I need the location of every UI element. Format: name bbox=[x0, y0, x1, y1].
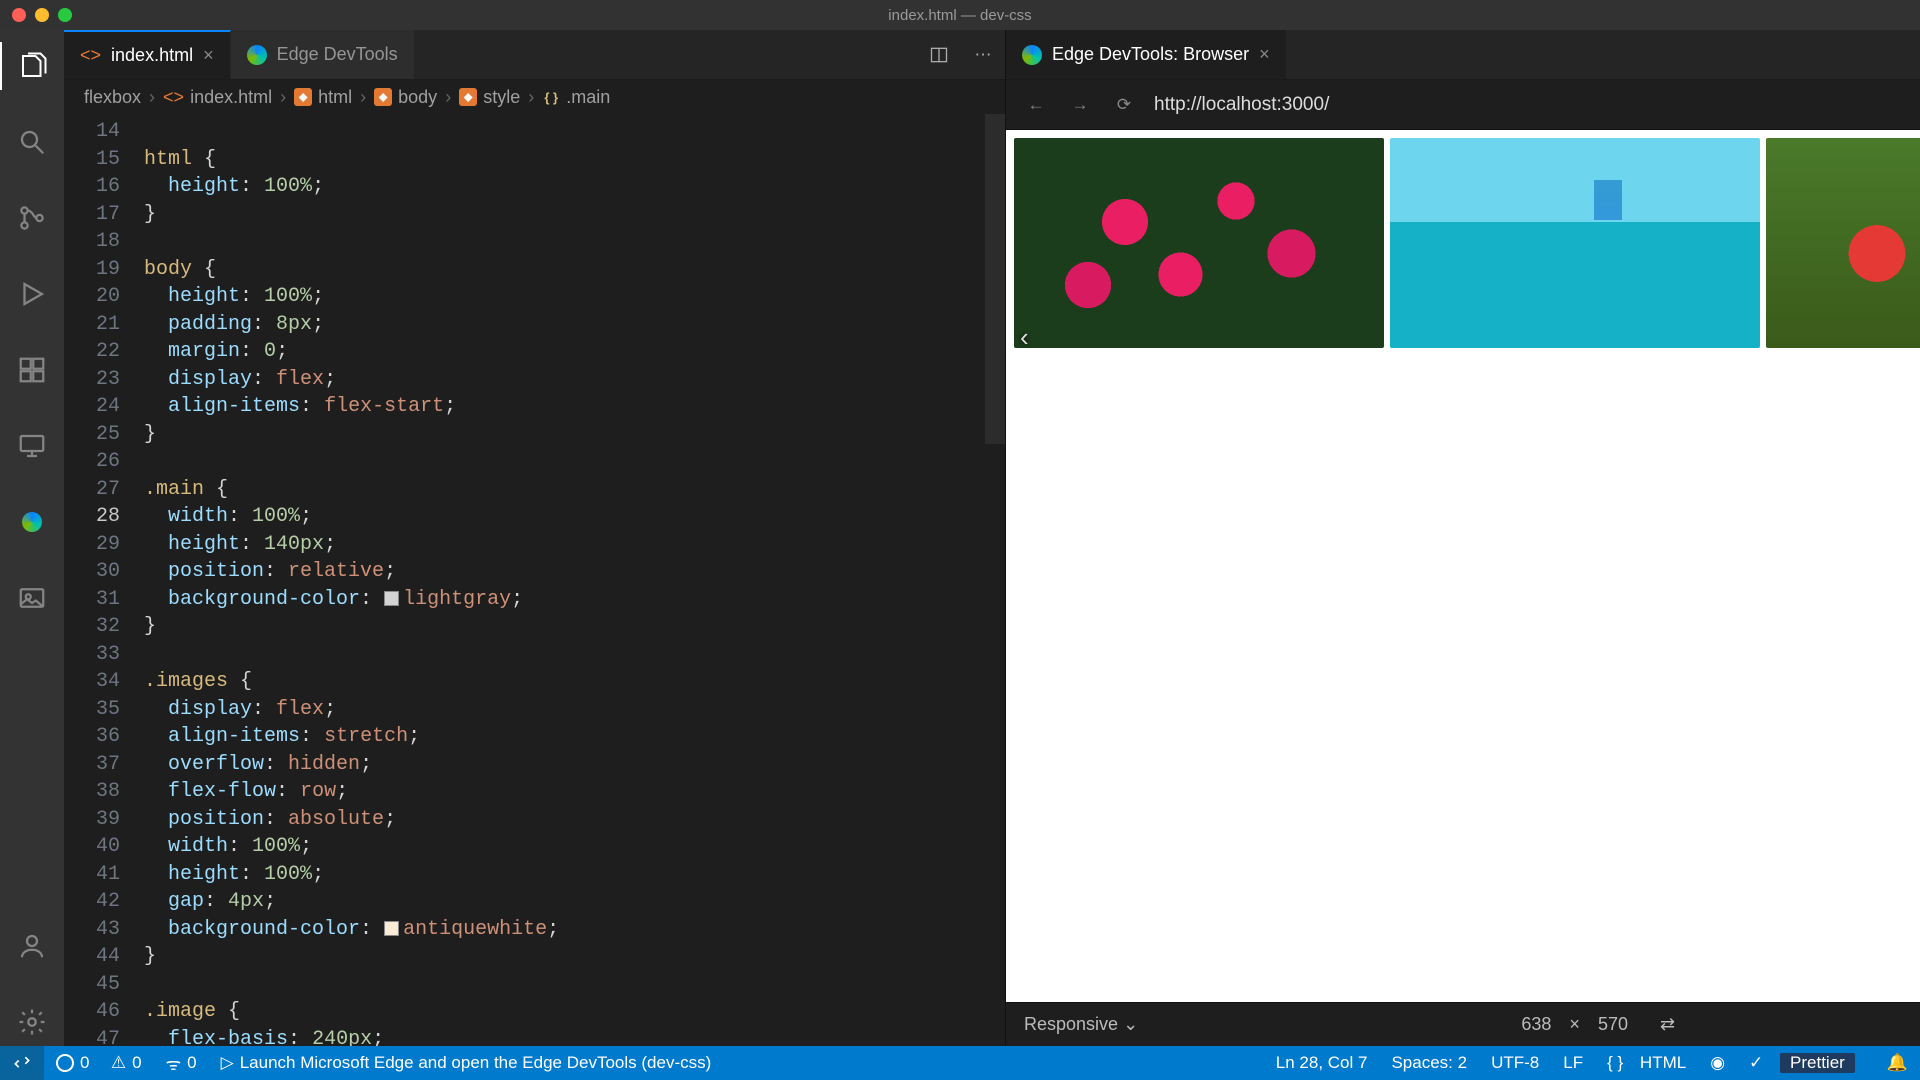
tag-icon: ⬥ bbox=[459, 88, 477, 106]
source-control-icon[interactable] bbox=[0, 194, 64, 242]
html-file-icon: <> bbox=[80, 45, 101, 66]
carousel-image-3 bbox=[1766, 138, 1920, 348]
editor-group-left: <> index.html × Edge DevTools ⋯ flexbox›… bbox=[64, 30, 1006, 1046]
remote-explorer-icon[interactable] bbox=[0, 422, 64, 470]
close-window-icon[interactable] bbox=[12, 8, 26, 22]
rotate-icon[interactable]: ⇄ bbox=[1660, 1014, 1675, 1035]
dimension-x-icon: × bbox=[1569, 1014, 1580, 1035]
problems-errors[interactable]: 0 ⚠0 bbox=[44, 1053, 154, 1073]
language-mode[interactable]: { } HTML bbox=[1595, 1053, 1698, 1073]
explorer-icon[interactable] bbox=[0, 42, 64, 90]
traffic-lights bbox=[0, 8, 72, 22]
crumb-file: <>index.html bbox=[163, 87, 272, 108]
edge-icon bbox=[247, 45, 267, 65]
url-bar[interactable]: http://localhost:3000/ bbox=[1154, 94, 1920, 116]
warning-count-icon: ⚠ bbox=[111, 1053, 126, 1073]
tab-label: Edge DevTools bbox=[277, 44, 398, 65]
check-icon: ✓ bbox=[1749, 1053, 1763, 1073]
device-mode[interactable]: Responsive ⌄ bbox=[1024, 1014, 1138, 1035]
zoom-window-icon[interactable] bbox=[58, 8, 72, 22]
tab-index-html[interactable]: <> index.html × bbox=[64, 30, 231, 79]
minimap[interactable] bbox=[985, 114, 1005, 444]
chevron-down-icon: ⌄ bbox=[1123, 1014, 1138, 1034]
settings-gear-icon[interactable] bbox=[0, 998, 64, 1046]
tab-label: index.html bbox=[111, 45, 193, 66]
edge-icon bbox=[1022, 45, 1042, 65]
crumb-style: ⬥style bbox=[459, 87, 520, 108]
notifications-icon[interactable]: 🔔 bbox=[1875, 1053, 1920, 1073]
crumb-html: ⬥html bbox=[294, 87, 352, 108]
tab-label: Edge DevTools: Browser bbox=[1052, 44, 1249, 65]
eol[interactable]: LF bbox=[1551, 1053, 1595, 1073]
nav-forward-icon[interactable]: → bbox=[1066, 95, 1094, 115]
error-count-icon bbox=[56, 1054, 74, 1072]
image-tool-icon[interactable] bbox=[0, 574, 64, 622]
crumb-folder: flexbox bbox=[84, 87, 141, 108]
cursor-position[interactable]: Ln 28, Col 7 bbox=[1264, 1053, 1380, 1073]
tag-icon: ⬥ bbox=[374, 88, 392, 106]
minimize-window-icon[interactable] bbox=[35, 8, 49, 22]
code-content[interactable]: html { height: 100%; } body { height: 10… bbox=[144, 114, 1005, 1046]
editor-group-right: Edge DevTools: Browser × ⋯ ← → ⟳ http://… bbox=[1006, 30, 1920, 1046]
crumb-body: ⬥body bbox=[374, 87, 437, 108]
split-editor-icon[interactable] bbox=[917, 30, 961, 79]
browser-nav: ← → ⟳ http://localhost:3000/ bbox=[1006, 80, 1920, 130]
prettier-status[interactable]: ✓ Prettier bbox=[1737, 1053, 1875, 1073]
ports-forwarded[interactable]: ᯤ0 bbox=[154, 1052, 209, 1075]
close-tab-icon[interactable]: × bbox=[203, 45, 214, 66]
code-editor[interactable]: 1415161718192021222324252627282930313233… bbox=[64, 114, 1005, 1046]
nav-back-icon[interactable]: ← bbox=[1022, 95, 1050, 115]
extensions-icon[interactable] bbox=[0, 346, 64, 394]
remote-indicator-icon[interactable] bbox=[0, 1046, 44, 1080]
launch-edge-hint[interactable]: ▷Launch Microsoft Edge and open the Edge… bbox=[209, 1053, 724, 1073]
window-title: index.html — dev-css bbox=[888, 7, 1031, 24]
tag-icon: ⬥ bbox=[294, 88, 312, 106]
tabs-left: <> index.html × Edge DevTools ⋯ bbox=[64, 30, 1005, 80]
edge-tools-icon[interactable] bbox=[0, 498, 64, 546]
play-icon: ▷ bbox=[221, 1053, 234, 1073]
antenna-icon: ᯤ bbox=[166, 1052, 182, 1075]
line-number-gutter: 1415161718192021222324252627282930313233… bbox=[64, 114, 144, 1046]
tabs-right: Edge DevTools: Browser × ⋯ bbox=[1006, 30, 1920, 80]
html-file-icon: <> bbox=[163, 87, 184, 108]
encoding[interactable]: UTF-8 bbox=[1479, 1053, 1551, 1073]
viewport-width[interactable]: 638 bbox=[1521, 1014, 1551, 1035]
indentation[interactable]: Spaces: 2 bbox=[1379, 1053, 1479, 1073]
live-preview-icon[interactable]: ◉ bbox=[1698, 1053, 1737, 1073]
nav-reload-icon[interactable]: ⟳ bbox=[1110, 95, 1138, 115]
carousel-prev-icon[interactable]: ‹ bbox=[1020, 322, 1029, 353]
accounts-icon[interactable] bbox=[0, 922, 64, 970]
selector-icon: { } bbox=[542, 88, 560, 106]
browser-preview[interactable]: ‹ › bbox=[1006, 130, 1920, 1002]
breadcrumb[interactable]: flexbox› <>index.html› ⬥html› ⬥body› ⬥st… bbox=[64, 80, 1005, 114]
crumb-selector: { }.main bbox=[542, 87, 610, 108]
status-bar: 0 ⚠0 ᯤ0 ▷Launch Microsoft Edge and open … bbox=[0, 1046, 1920, 1080]
window-titlebar: index.html — dev-css bbox=[0, 0, 1920, 30]
tab-edge-devtools[interactable]: Edge DevTools bbox=[231, 30, 415, 79]
code-icon: { } bbox=[1607, 1053, 1623, 1073]
run-debug-icon[interactable] bbox=[0, 270, 64, 318]
carousel-image-1 bbox=[1014, 138, 1384, 348]
more-actions-icon[interactable]: ⋯ bbox=[961, 30, 1005, 79]
carousel-image-2 bbox=[1390, 138, 1760, 348]
image-carousel bbox=[1014, 138, 1920, 348]
activity-bar bbox=[0, 30, 64, 1046]
viewport-height[interactable]: 570 bbox=[1598, 1014, 1628, 1035]
device-toolbar: Responsive ⌄ 638 × 570 ⇄ ◎ bbox=[1006, 1002, 1920, 1046]
search-icon[interactable] bbox=[0, 118, 64, 166]
close-tab-icon[interactable]: × bbox=[1259, 44, 1270, 65]
tab-edge-browser[interactable]: Edge DevTools: Browser × bbox=[1006, 30, 1287, 79]
